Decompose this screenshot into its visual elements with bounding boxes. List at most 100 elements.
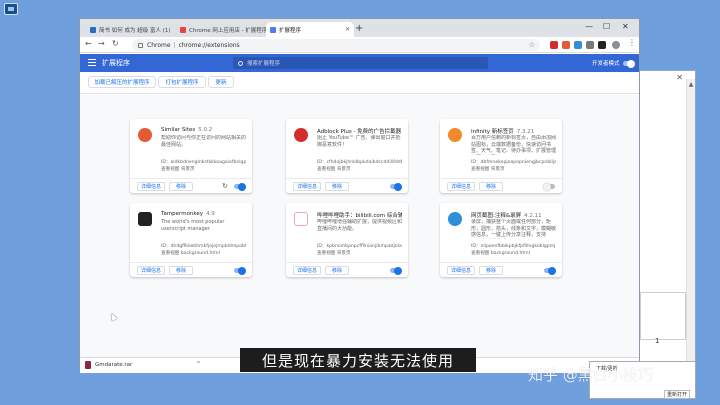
extension-card: Similar Sites 5.0.2 帮助你访问与你正在访问的网站相关的最佳网站。… [130, 119, 252, 193]
extension-description: The world's most popular userscript mana… [161, 219, 225, 232]
extension-enable-toggle[interactable] [234, 182, 246, 191]
close-window-button[interactable]: ✕ [622, 22, 629, 31]
extension-enable-toggle[interactable] [390, 182, 402, 191]
reload-icon[interactable]: ↻ [222, 182, 228, 190]
download-item[interactable]: Gmdarate.rar [85, 361, 132, 369]
more-menu-icon[interactable]: ⋮ [628, 38, 636, 47]
developer-actions-bar: 加载已解压的扩展程序 打包扩展程序 更新 [80, 72, 639, 94]
remove-button[interactable]: 移除 [325, 266, 349, 275]
minimize-button[interactable]: — [585, 22, 593, 31]
tampermonkey-toolbar-icon[interactable] [598, 41, 606, 49]
card-footer: 详细信息 移除 [286, 178, 408, 193]
search-icon [238, 60, 243, 66]
extension-enable-toggle[interactable] [543, 182, 555, 191]
extension-card: Infinity 新标签页 7.3.21 百万用户信赖的新标签页，自由添加网站图标，… [440, 119, 562, 193]
remove-button[interactable]: 移除 [169, 266, 193, 275]
remove-button[interactable]: 移除 [325, 182, 349, 191]
extension-enable-toggle[interactable] [390, 266, 402, 275]
card-footer: 详细信息 移除 [130, 262, 252, 277]
details-button[interactable]: 详细信息 [137, 182, 165, 191]
details-button[interactable]: 详细信息 [137, 266, 165, 275]
address-separator: | [173, 41, 176, 49]
extension-toolbar-icon[interactable] [586, 41, 594, 49]
extension-logo-icon [138, 128, 152, 142]
page-number: 1 [655, 337, 660, 345]
extension-description: 阻止 YouTube™ 广告、弹出窗口并抵御恶意软件！ [317, 135, 401, 148]
extension-name: Tampermonkey 4.9 [161, 211, 246, 217]
details-button[interactable]: 详细信息 [293, 266, 321, 275]
tab-extensions[interactable]: 扩展程序 ✕ [266, 22, 354, 37]
remove-button[interactable]: 移除 [479, 182, 503, 191]
update-button[interactable]: 更新 [208, 76, 234, 88]
address-bar[interactable]: Chrome | chrome://extensions ☆ [132, 39, 540, 51]
new-tab-button[interactable]: + [355, 23, 363, 34]
details-button[interactable]: 详细信息 [447, 182, 475, 191]
tab-label: 简书 如何 成为 超级 富人 (1) [99, 27, 171, 34]
scroll-up-icon[interactable]: ▲ [688, 81, 694, 88]
extension-description: 帮助你访问与你正在访问的网站相关的最佳网站。 [161, 135, 246, 148]
inspect-views-link[interactable]: 查看视图 background.html [161, 250, 246, 256]
extension-name-text: Similar Sites [161, 127, 196, 133]
profile-avatar[interactable] [612, 41, 620, 49]
extension-card: 网页截图:注释&录屏 4.2.11 录屏，捕获整个页面或任何部分，矩形，圆形，箭头，… [440, 203, 562, 277]
secure-icon [138, 42, 143, 48]
hamburger-menu-icon[interactable] [88, 59, 96, 66]
back-icon[interactable]: ← [85, 39, 92, 48]
extension-version: 4.9 [206, 211, 215, 217]
inspect-views-link[interactable]: 查看视图 背景页 [317, 250, 402, 256]
tab-chrome-store[interactable]: Chrome 网上应用店 - 扩展程序 ✕ [176, 22, 266, 37]
address-url: chrome://extensions [178, 41, 240, 49]
extension-card: Adblock Plus - 免费的广告拦截器3.9阻止 YouTube™ 广告… [286, 119, 408, 193]
developer-mode-toggle[interactable] [623, 59, 635, 68]
extension-name: Infinity 新标签页 7.3.21 [471, 127, 556, 135]
screenshot-toolbar-icon[interactable] [574, 41, 582, 49]
reload-icon[interactable]: ↻ [112, 39, 119, 48]
bookmark-star-icon[interactable]: ☆ [529, 41, 535, 49]
close-tab-icon[interactable]: ✕ [342, 26, 350, 33]
extension-enable-toggle[interactable] [234, 266, 246, 275]
remove-button[interactable]: 移除 [169, 182, 193, 191]
extension-card: Tampermonkey 4.9 The world's most popular … [130, 203, 252, 277]
extension-name: 网页截图:注释&录屏 4.2.11 [471, 211, 556, 219]
inspect-views-link[interactable]: 查看视图 背景页 [317, 166, 402, 172]
load-unpacked-button[interactable]: 加载已解压的扩展程序 [88, 76, 156, 88]
tab-strip: 简书 如何 成为 超级 富人 (1) ✕ Chrome 网上应用店 - 扩展程序… [80, 19, 639, 37]
remove-button[interactable]: 移除 [479, 266, 503, 275]
inspect-views-link[interactable]: 查看视图 背景页 [471, 166, 556, 172]
adblock-toolbar-icon[interactable] [550, 41, 558, 49]
details-button[interactable]: 详细信息 [293, 182, 321, 191]
browser-window: 简书 如何 成为 超级 富人 (1) ✕ Chrome 网上应用店 - 扩展程序… [79, 18, 640, 373]
close-icon[interactable]: ✕ [676, 73, 683, 82]
chevron-up-icon[interactable]: ^ [196, 361, 201, 368]
forward-icon[interactable]: → [98, 39, 105, 48]
extension-logo-icon [294, 212, 308, 226]
card-footer: 详细信息 移除 [286, 262, 408, 277]
watermark: 知乎 @黑白小技巧 [528, 366, 653, 384]
extension-id: ID：kpbnombpnpcffllnianjibmpadjolanh [317, 244, 402, 249]
extension-enable-toggle[interactable] [544, 266, 556, 275]
extension-search-input[interactable]: 搜索扩展程序 [233, 57, 488, 69]
desktop-icon[interactable] [4, 3, 18, 15]
page-title: 扩展程序 [102, 59, 130, 67]
tab-jianshu[interactable]: 简书 如何 成为 超级 富人 (1) ✕ [86, 22, 174, 37]
extension-id: ID：dbfmnekepjoapopniengjbcpnblljafg [471, 160, 556, 165]
pack-extension-button[interactable]: 打包扩展程序 [158, 76, 206, 88]
video-subtitle: 但是现在暴力安装无法使用 [240, 348, 476, 372]
close-tab-icon[interactable]: ✕ [171, 26, 175, 33]
inspect-views-link[interactable]: 查看视图 背景页 [161, 166, 246, 172]
tab-favicon-icon [270, 26, 276, 33]
details-button[interactable]: 详细信息 [447, 266, 475, 275]
extension-id: ID：aldkbdnenglnksfakkoagaiofbnlgpbhf [161, 160, 246, 165]
extension-id: ID：cfhdojbkjhnklbpkdaibdccddilifddb [317, 160, 402, 165]
extensions-grid: Similar Sites 5.0.2 帮助你访问与你正在访问的网站相关的最佳网站。… [80, 95, 639, 357]
scrollbar[interactable]: ▲ ▼ [686, 79, 695, 371]
extension-id: ID：dhdgffkkebhmkfjojejmpbldmpobfkfo [161, 244, 246, 249]
similar-sites-toolbar-icon[interactable] [562, 41, 570, 49]
tab-favicon-icon [180, 26, 186, 33]
maximize-button[interactable]: ☐ [603, 22, 610, 31]
inspect-views-link[interactable]: 查看视图 background.html [471, 250, 556, 256]
extension-name: Similar Sites 5.0.2 [161, 127, 246, 133]
tab-label: 扩展程序 [279, 27, 302, 34]
download-filename: Gmdarate.rar [95, 362, 133, 368]
popup-action-button[interactable]: 重新打开 [663, 390, 690, 399]
